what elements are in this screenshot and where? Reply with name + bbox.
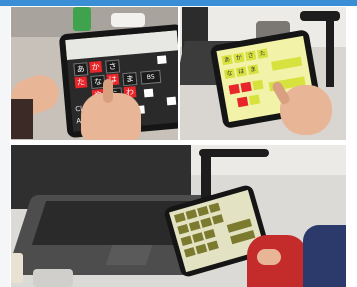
key-sa[interactable]: さ — [245, 50, 257, 62]
key-ma[interactable]: ま — [122, 71, 138, 87]
key-backspace[interactable]: BS — [140, 69, 162, 85]
photo-panel-top-right: あ か さ た な は ま — [180, 7, 346, 140]
trackpad — [105, 245, 153, 265]
tablet-arm-mount — [300, 11, 340, 21]
cup — [11, 253, 23, 283]
top-accent-bar — [0, 0, 357, 6]
photo-panel-bottom — [11, 145, 346, 287]
key-ta[interactable]: た — [256, 48, 269, 60]
key-ta[interactable]: た — [74, 76, 88, 89]
key-ka[interactable]: か — [233, 52, 245, 64]
key-ka[interactable]: か — [89, 61, 103, 74]
left-margin-strip — [0, 6, 10, 287]
key-a[interactable]: あ — [221, 54, 233, 66]
key-sa[interactable]: さ — [105, 59, 121, 74]
sleeve — [303, 225, 346, 287]
key-ma[interactable]: ま — [247, 64, 259, 75]
mount-pole — [326, 17, 334, 87]
hand — [257, 249, 281, 265]
sleeve — [11, 99, 33, 139]
key-na[interactable]: な — [223, 68, 236, 80]
arm-pole — [201, 155, 211, 201]
key-a[interactable]: あ — [73, 62, 89, 77]
key-ha[interactable]: は — [235, 66, 248, 77]
smartphone — [33, 269, 73, 287]
white-cup — [111, 13, 145, 27]
green-bottle — [73, 7, 91, 31]
hand — [280, 85, 332, 135]
pointing-finger — [103, 79, 113, 103]
photo-panel-top-left: あ か さ た な は ま や ら わ BS Clr Alpha — [11, 7, 178, 140]
